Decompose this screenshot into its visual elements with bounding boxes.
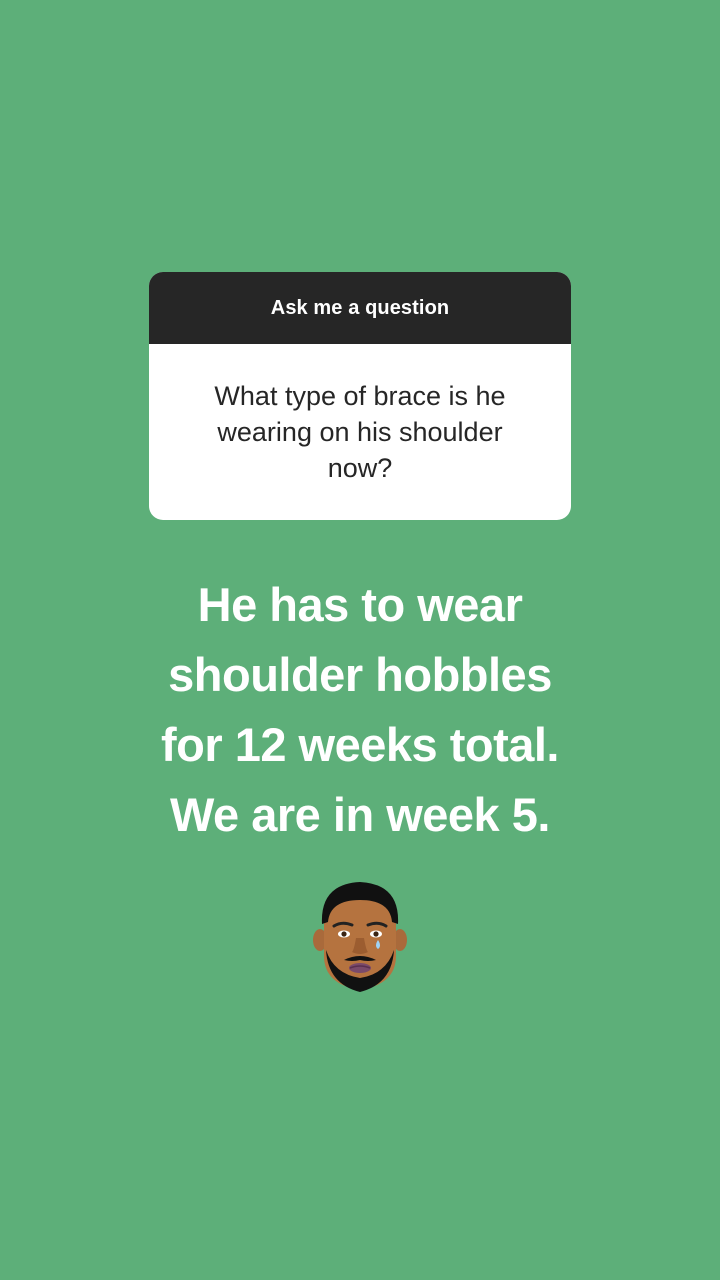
crying-man-memoji-icon [313, 882, 407, 992]
question-sticker-question: What type of brace is he wearing on his … [214, 381, 506, 483]
question-sticker-title: Ask me a question [149, 272, 571, 344]
question-sticker[interactable]: Ask me a question What type of brace is … [149, 272, 571, 520]
story-canvas: Ask me a question What type of brace is … [0, 0, 720, 1280]
answer-text: He has to wear shoulder hobbles for 12 w… [161, 578, 560, 841]
